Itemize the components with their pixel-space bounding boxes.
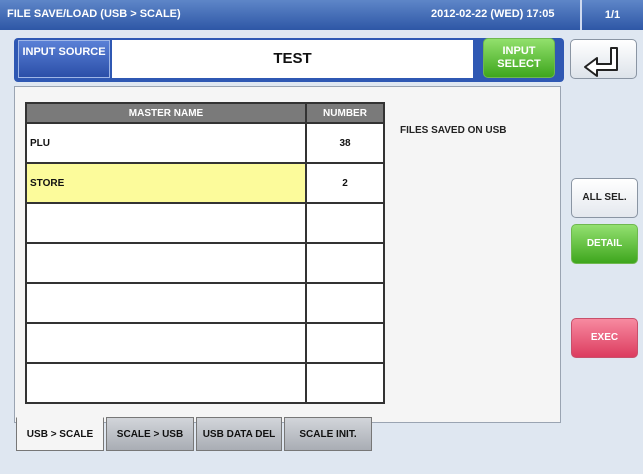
input-source-button[interactable]: INPUT SOURCE <box>18 40 110 78</box>
table-row[interactable] <box>25 202 385 244</box>
master-name-cell[interactable] <box>25 282 307 324</box>
datetime-display: 2012-02-22 (WED) 17:05 <box>431 8 555 20</box>
back-button[interactable] <box>570 39 637 79</box>
table-row[interactable] <box>25 282 385 324</box>
table-row-selected[interactable]: STORE 2 <box>25 162 385 204</box>
all-select-button[interactable]: ALL SEL. <box>571 178 638 218</box>
back-arrow-icon <box>584 47 618 77</box>
exec-button[interactable]: EXEC <box>571 318 638 358</box>
master-name-cell[interactable]: STORE <box>25 162 307 204</box>
number-cell[interactable]: 38 <box>305 122 385 164</box>
number-cell[interactable] <box>305 282 385 324</box>
master-name-cell[interactable] <box>25 202 307 244</box>
number-cell[interactable] <box>305 362 385 404</box>
master-name-cell[interactable]: PLU <box>25 122 307 164</box>
page-indicator: 1/1 <box>604 9 621 21</box>
input-select-button[interactable]: INPUT SELECT <box>483 38 555 78</box>
number-cell[interactable] <box>305 202 385 244</box>
table-row[interactable]: PLU 38 <box>25 122 385 164</box>
tab-scale-to-usb[interactable]: SCALE > USB <box>106 417 194 451</box>
table-row[interactable] <box>25 242 385 284</box>
master-name-cell[interactable] <box>25 362 307 404</box>
files-saved-label: FILES SAVED ON USB <box>400 125 507 136</box>
window-title: FILE SAVE/LOAD (USB > SCALE) <box>7 8 181 20</box>
table-row[interactable] <box>25 362 385 404</box>
tab-usb-to-scale[interactable]: USB > SCALE <box>16 417 104 451</box>
detail-button[interactable]: DETAIL <box>571 224 638 264</box>
tab-scale-init[interactable]: SCALE INIT. <box>284 417 372 451</box>
title-bar: FILE SAVE/LOAD (USB > SCALE) 2012-02-22 … <box>0 0 643 30</box>
number-cell[interactable] <box>305 242 385 284</box>
master-table: MASTER NAME NUMBER PLU 38 STORE 2 <box>25 102 385 404</box>
column-header-master-name: MASTER NAME <box>25 102 307 124</box>
table-row[interactable] <box>25 322 385 364</box>
master-name-cell[interactable] <box>25 322 307 364</box>
column-header-number: NUMBER <box>305 102 385 124</box>
master-name-cell[interactable] <box>25 242 307 284</box>
number-cell[interactable]: 2 <box>305 162 385 204</box>
number-cell[interactable] <box>305 322 385 364</box>
input-source-value[interactable]: TEST <box>112 40 473 78</box>
tab-usb-data-del[interactable]: USB DATA DEL <box>196 417 282 451</box>
